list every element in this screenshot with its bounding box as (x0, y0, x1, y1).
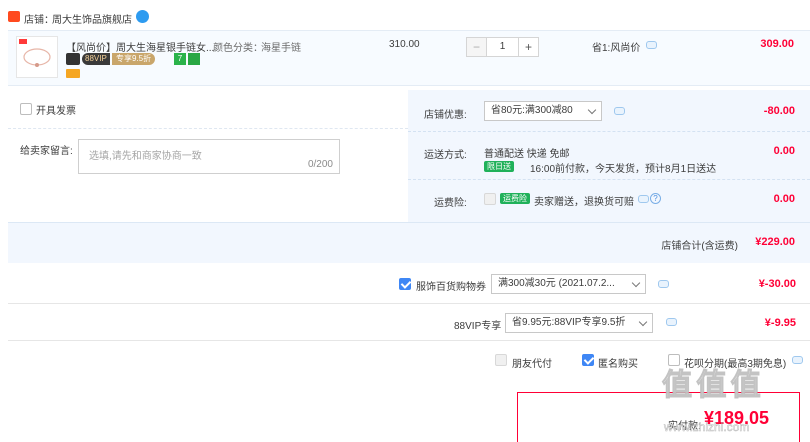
insurance-text: 卖家赠送，退换货可赔 (534, 197, 634, 208)
shop-label: 店铺： (24, 15, 54, 26)
anonymous-label: 匿名购买 (598, 359, 638, 370)
bracelet-image (19, 39, 51, 67)
huabei-chat-icon[interactable] (792, 356, 803, 364)
huabei-label: 花呗分期(最高3期免息) (684, 359, 787, 370)
right-options-panel: 店铺优惠: 省80元:满300减80 -80.00 运送方式: 普通配送 快递 … (408, 90, 810, 222)
quantity-plus-button[interactable]: + (518, 37, 539, 57)
shop-discount-selected: 省80元:满300减80 (491, 105, 573, 116)
shop-icon (8, 11, 20, 22)
vip-label: 88VIP专享 (454, 321, 502, 332)
shipping-method: 普通配送 快递 免邮 (484, 149, 570, 160)
friend-pay-checkbox[interactable] (495, 354, 507, 366)
insurance-amount: 0.00 (773, 193, 795, 205)
shop-total-amount: ¥229.00 (755, 236, 795, 248)
quantity-minus-button[interactable]: − (466, 37, 487, 57)
item-total: 309.00 (760, 38, 794, 50)
coupon-selected: 满300减30元 (2021.07.2... (498, 278, 615, 289)
invoice-checkbox[interactable] (20, 103, 32, 115)
message-label: 给卖家留言: (20, 146, 73, 157)
huabei-checkbox[interactable] (668, 354, 680, 366)
payment-box: 实付款: ¥189.05 (517, 392, 800, 442)
message-placeholder: 选填,请先和商家协商一致 (89, 151, 202, 162)
quantity-stepper: − 1 + (466, 37, 540, 57)
insurance-row: 运费险: 运费险 卖家赠送，退换货可赔 ? 0.00 (408, 180, 810, 222)
shipping-row: 运送方式: 普通配送 快递 免邮 限日送 16:00前付款，今天发货，预计8月1… (408, 132, 810, 180)
spec-value: 海星手链 (261, 43, 301, 54)
help-icon[interactable]: ? (650, 193, 661, 204)
vip-amount: ¥-9.95 (764, 317, 796, 329)
options-row: 朋友代付 匿名购买 花呗分期(最高3期免息) (8, 350, 810, 372)
vip-tag: 88VIP (82, 53, 110, 65)
vip-chat-icon[interactable] (666, 318, 677, 326)
shipping-amount: 0.00 (773, 145, 795, 157)
chevron-down-icon (638, 317, 648, 327)
product-thumbnail[interactable] (16, 36, 58, 78)
shop-total-label: 店铺合计(含运费) (661, 241, 738, 252)
coupon-label: 服饰百货购物券 (416, 282, 486, 293)
card-icon (66, 69, 80, 78)
guarantee-icon (188, 53, 200, 65)
insurance-chat-icon[interactable] (638, 195, 649, 203)
shop-name[interactable]: 周大生饰品旗舰店 (52, 11, 132, 26)
tmall-vip-icon (66, 53, 80, 65)
shop-discount-chat-icon[interactable] (614, 107, 625, 115)
insurance-tag: 运费险 (500, 193, 530, 204)
anonymous-checkbox[interactable] (582, 354, 594, 366)
cart-item-row: 【风尚价】周大生海星银手链女... 颜色分类： 海星手链 88VIP 专享9.5… (8, 30, 810, 86)
same-day-tag: 限日送 (484, 161, 514, 172)
item-save-text: 省1:风尚价 (592, 43, 641, 54)
seven-day-return-tag: 7 (174, 53, 186, 65)
chevron-down-icon (587, 105, 597, 115)
product-title[interactable]: 【风尚价】周大生海星银手链女... (66, 39, 214, 54)
unit-price: 310.00 (389, 39, 420, 50)
coupon-row: 服饰百货购物券 满300减30元 (2021.07.2... ¥-30.00 (8, 268, 810, 304)
shop-discount-label: 店铺优惠: (424, 110, 467, 121)
shop-total-row: 店铺合计(含运费) ¥229.00 (8, 222, 810, 263)
wangwang-chat-icon[interactable] (136, 10, 149, 23)
vip-selected: 省9.95元:88VIP专享9.5折 (512, 317, 626, 328)
quantity-input[interactable]: 1 (487, 37, 518, 57)
coupon-checkbox[interactable] (399, 278, 411, 290)
coupon-amount: ¥-30.00 (758, 278, 796, 290)
message-textarea[interactable]: 选填,请先和商家协商一致 0/200 (78, 139, 340, 174)
insurance-label: 运费险: (434, 198, 467, 209)
insurance-checkbox (484, 193, 496, 205)
message-counter: 0/200 (307, 159, 333, 170)
invoice-label: 开具发票 (36, 106, 76, 117)
shop-discount-row: 店铺优惠: 省80元:满300减80 -80.00 (408, 90, 810, 132)
vip-discount: 专享9.5折 (112, 53, 156, 65)
spec-label: 颜色分类： (213, 43, 263, 54)
vip-row: 88VIP专享 省9.95元:88VIP专享9.5折 ¥-9.95 (8, 305, 810, 341)
shipping-detail: 16:00前付款，今天发货，预计8月1日送达 (530, 164, 717, 175)
coupon-chat-icon[interactable] (658, 280, 669, 288)
order-details-panel: 开具发票 给卖家留言: 选填,请先和商家协商一致 0/200 店铺优惠: 省80… (8, 90, 810, 263)
left-divider (8, 128, 408, 129)
payment-label: 实付款: (668, 421, 701, 432)
coupon-select[interactable]: 满300减30元 (2021.07.2... (491, 274, 646, 294)
friend-pay-label: 朋友代付 (512, 359, 552, 370)
shop-discount-select[interactable]: 省80元:满300减80 (484, 101, 602, 121)
item-save-chat-icon[interactable] (646, 41, 657, 49)
chevron-down-icon (631, 278, 641, 288)
vip-select[interactable]: 省9.95元:88VIP专享9.5折 (505, 313, 653, 333)
payment-amount: ¥189.05 (704, 408, 770, 428)
shipping-label: 运送方式: (424, 150, 467, 161)
shop-discount-amount: -80.00 (763, 105, 795, 117)
